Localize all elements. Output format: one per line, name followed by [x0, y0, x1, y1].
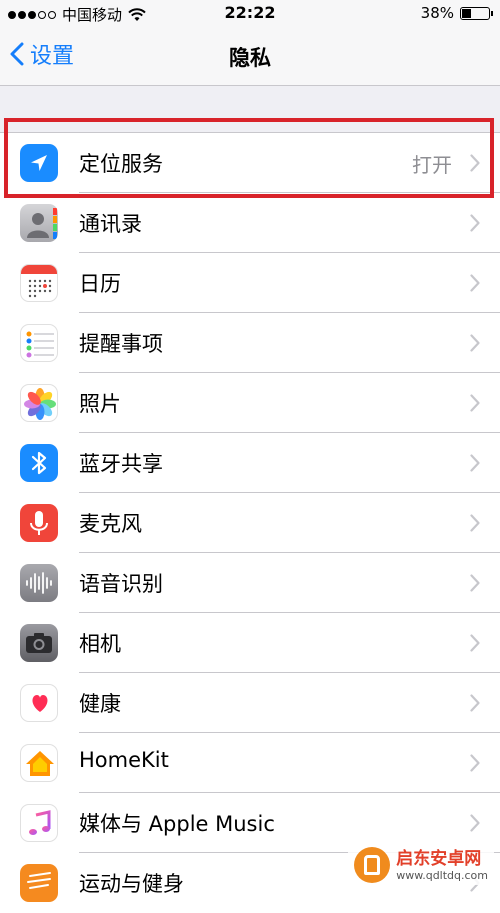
row-label: 语音识别 — [79, 572, 163, 596]
row-label: 蓝牙共享 — [79, 452, 163, 476]
status-bar: 中国移动 22:22 38% — [0, 0, 500, 28]
chevron-right-icon — [470, 214, 480, 232]
row-label: HomeKit — [79, 748, 169, 772]
row-label: 提醒事项 — [79, 332, 163, 356]
row-contacts[interactable]: 通讯录 — [0, 193, 500, 253]
row-speech-recognition[interactable]: 语音识别 — [0, 553, 500, 613]
battery-percent: 38% — [420, 4, 454, 22]
row-homekit[interactable]: HomeKit — [0, 733, 500, 793]
motion-fitness-icon — [20, 864, 58, 902]
contacts-icon — [20, 204, 58, 242]
camera-icon — [20, 624, 58, 662]
watermark-brand: 启东安卓网 — [396, 848, 482, 869]
chevron-right-icon — [470, 694, 480, 712]
row-label: 照片 — [79, 392, 121, 416]
chevron-right-icon — [470, 334, 480, 352]
chevron-right-icon — [470, 634, 480, 652]
row-media-apple-music[interactable]: 媒体与 Apple Music — [0, 793, 500, 853]
row-label: 运动与健身 — [79, 872, 184, 896]
row-calendar[interactable]: 日历 — [0, 253, 500, 313]
watermark: 启东安卓网 www.qdltdq.com — [348, 845, 494, 885]
privacy-settings-list: 定位服务 打开 通讯录 日历 提醒事项 照片 蓝牙共享 麦克风 语音识别 相机 … — [0, 132, 500, 913]
row-label: 媒体与 Apple Music — [79, 812, 275, 836]
microphone-icon — [20, 504, 58, 542]
chevron-right-icon — [470, 754, 480, 772]
row-label: 相机 — [79, 632, 121, 656]
watermark-logo-icon — [354, 847, 391, 883]
row-microphone[interactable]: 麦克风 — [0, 493, 500, 553]
calendar-icon — [20, 264, 58, 302]
chevron-right-icon — [470, 814, 480, 832]
chevron-right-icon — [470, 394, 480, 412]
row-photos[interactable]: 照片 — [0, 373, 500, 433]
chevron-right-icon — [470, 514, 480, 532]
reminders-icon — [20, 324, 58, 362]
row-health[interactable]: 健康 — [0, 673, 500, 733]
row-label: 通讯录 — [79, 212, 142, 236]
highlight-box — [4, 118, 494, 198]
row-label: 日历 — [79, 272, 121, 296]
page-title: 隐私 — [229, 46, 271, 70]
health-heart-icon — [20, 684, 58, 722]
chevron-right-icon — [470, 454, 480, 472]
bluetooth-icon — [20, 444, 58, 482]
photos-icon — [20, 384, 58, 422]
chevron-right-icon — [470, 574, 480, 592]
row-label: 麦克风 — [79, 512, 142, 536]
row-bluetooth-sharing[interactable]: 蓝牙共享 — [0, 433, 500, 493]
row-camera[interactable]: 相机 — [0, 613, 500, 673]
music-note-icon — [20, 804, 58, 842]
battery-icon — [460, 6, 493, 20]
speech-recognition-icon — [20, 564, 58, 602]
row-label: 健康 — [79, 692, 121, 716]
homekit-house-icon — [20, 744, 58, 782]
watermark-url: www.qdltdq.com — [396, 868, 488, 882]
navigation-bar: 设置 隐私 — [0, 28, 500, 86]
chevron-right-icon — [470, 274, 480, 292]
row-reminders[interactable]: 提醒事项 — [0, 313, 500, 373]
